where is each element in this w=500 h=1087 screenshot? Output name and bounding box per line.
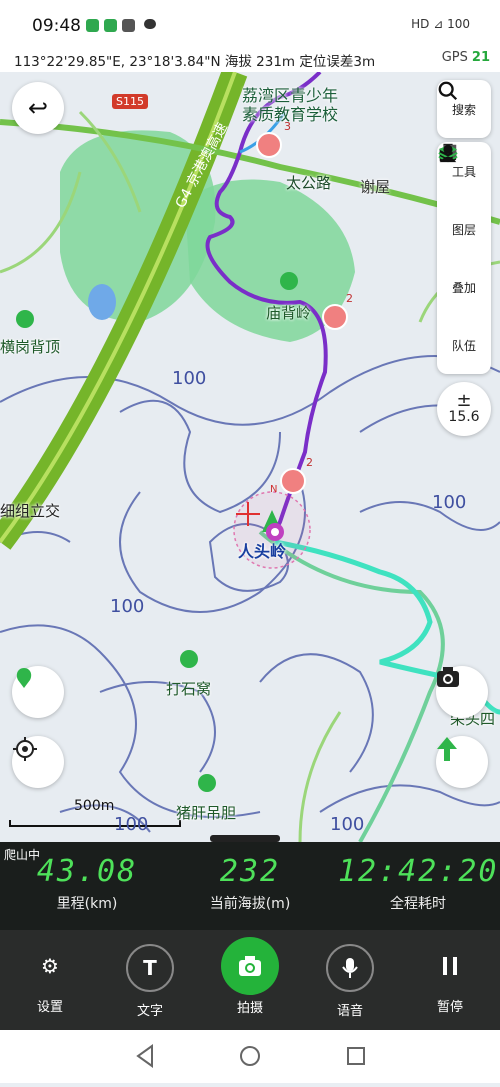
team-button[interactable]: 队伍 <box>437 144 491 374</box>
contour-label: 100 <box>330 814 365 835</box>
search-icon <box>438 81 458 101</box>
footprint-button[interactable] <box>12 666 64 718</box>
contour-label: 100 <box>110 596 145 617</box>
status-indicators: HD ⊿ 100 <box>411 17 470 31</box>
system-nav-bar <box>0 1030 500 1083</box>
chat-icon <box>144 19 156 29</box>
back-nav-icon[interactable] <box>136 1044 153 1068</box>
elapsed-label: 全程耗时 <box>390 896 446 912</box>
scale-label: 500m <box>74 798 115 814</box>
gps-status: GPS 21 <box>442 50 490 65</box>
locate-icon <box>13 737 37 761</box>
contour-label: 100 <box>114 814 149 835</box>
distance-value: 43.08 <box>36 854 138 889</box>
park-icon <box>180 650 198 668</box>
camera-icon <box>437 667 459 687</box>
search-button[interactable]: 搜索 <box>437 80 491 138</box>
search-label: 搜索 <box>451 102 476 117</box>
pause-icon <box>428 944 472 988</box>
place-label-zhugan: 猪肝吊胆 <box>176 804 237 822</box>
zoom-level: 15.6 <box>448 409 480 425</box>
place-label-village: 谢屋 <box>360 178 391 196</box>
contour-label: 100 <box>432 492 467 513</box>
altitude-stat: 232 当前海拔(m) <box>185 854 315 913</box>
place-label-dashiwo: 打石窝 <box>166 680 212 698</box>
road-label: 太公路 <box>286 174 332 192</box>
back-arrow-icon: ↩ <box>27 94 49 122</box>
place-label-peak-current: 人头岭 <box>238 542 287 561</box>
road-badge: S115 <box>112 94 148 109</box>
search-panel: 搜索 <box>437 80 491 138</box>
footprint-icon <box>16 668 32 688</box>
distance-label: 里程(km) <box>56 896 118 912</box>
gear-icon: ⚙ <box>41 954 59 978</box>
pause-button[interactable]: 暂停 <box>410 944 490 1015</box>
tools-label: 工具 <box>451 164 476 179</box>
status-time: 09:48 <box>32 16 81 36</box>
camera-button[interactable] <box>436 666 488 718</box>
elapsed-stat: 12:42:20 全程耗时 <box>338 854 498 913</box>
overlay-button[interactable]: 叠加 <box>437 144 491 316</box>
place-label-school: 荔湾区青少年 素质教育学校 <box>242 86 339 124</box>
distance-stat: 43.08 里程(km) <box>22 854 152 913</box>
layers-button[interactable]: 图层 <box>437 144 491 258</box>
place-label-interchange: 细组立交 <box>0 502 61 520</box>
voice-button[interactable]: 语音 <box>310 944 390 1019</box>
status-bar: 09:48 HD ⊿ 100 <box>0 0 500 44</box>
photo-pin-icon[interactable] <box>280 468 306 494</box>
elapsed-value: 12:42:20 <box>338 854 499 889</box>
app-notification-icon <box>122 19 135 32</box>
voice-label: 语音 <box>336 1004 363 1019</box>
text-icon: T <box>126 944 174 992</box>
photo-pin-count: 3 <box>284 120 291 133</box>
altitude-value: 232 <box>219 854 281 889</box>
north-indicator: N <box>270 484 278 495</box>
text-label: 文字 <box>136 1004 163 1019</box>
text-note-button[interactable]: T 文字 <box>110 944 190 1019</box>
locate-button[interactable] <box>12 736 64 788</box>
compass-button[interactable] <box>436 736 488 788</box>
zoom-plus-icon: ± <box>456 390 472 411</box>
gps-satellite-count: 21 <box>471 50 490 65</box>
back-button[interactable]: ↩ <box>12 82 64 134</box>
park-icon <box>16 310 34 328</box>
contour-label: 100 <box>172 368 207 389</box>
home-nav-icon[interactable] <box>240 1046 260 1066</box>
map-canvas <box>0 72 500 842</box>
layers-label: 图层 <box>451 222 476 237</box>
park-icon <box>198 774 216 792</box>
direction-arrow-icon <box>437 737 457 761</box>
camera-icon <box>221 937 279 995</box>
settings-label: 设置 <box>36 1000 63 1015</box>
zoom-control[interactable]: ± 15.6 <box>437 382 491 436</box>
shoot-button[interactable]: 拍摄 <box>210 937 290 1016</box>
photo-pin-icon[interactable] <box>322 304 348 330</box>
photo-pin-icon[interactable] <box>256 132 282 158</box>
gps-info-bar: 113°22'29.85"E, 23°18'3.84"N 海拔 231m 定位误… <box>0 44 500 72</box>
action-bar: ⚙ 设置 T 文字 拍摄 语音 暂停 <box>0 930 500 1030</box>
app-notification-icon <box>86 19 99 32</box>
app-notification-icon <box>104 19 117 32</box>
map-view[interactable]: S115 G4 京港澳高速 荔湾区青少年 素质教育学校 太公路 谢屋 庙背岭 横… <box>0 72 500 842</box>
recents-nav-icon[interactable] <box>347 1047 365 1065</box>
tool-panel: 工具 图层 叠加 队伍 <box>437 142 491 374</box>
place-label-temple: 庙背岭 <box>266 304 312 322</box>
photo-pin-count: 2 <box>306 456 313 469</box>
overlay-label: 叠加 <box>451 280 476 295</box>
microphone-icon <box>326 944 374 992</box>
altitude-label: 当前海拔(m) <box>209 896 291 912</box>
photo-pin-count: 2 <box>346 292 353 305</box>
pause-label: 暂停 <box>436 1000 463 1015</box>
place-label-peak: 横岗背顶 <box>0 338 61 356</box>
team-label: 队伍 <box>451 338 476 353</box>
shoot-label: 拍摄 <box>236 1001 263 1016</box>
coordinates-readout: 113°22'29.85"E, 23°18'3.84"N 海拔 231m 定位误… <box>14 54 376 70</box>
park-icon <box>280 272 298 290</box>
settings-button[interactable]: ⚙ 设置 <box>10 944 90 1015</box>
team-icon <box>439 144 457 163</box>
gps-label: GPS <box>441 50 468 65</box>
track-stats-panel: 爬山中 43.08 里程(km) 232 当前海拔(m) 12:42:20 全程… <box>0 842 500 930</box>
